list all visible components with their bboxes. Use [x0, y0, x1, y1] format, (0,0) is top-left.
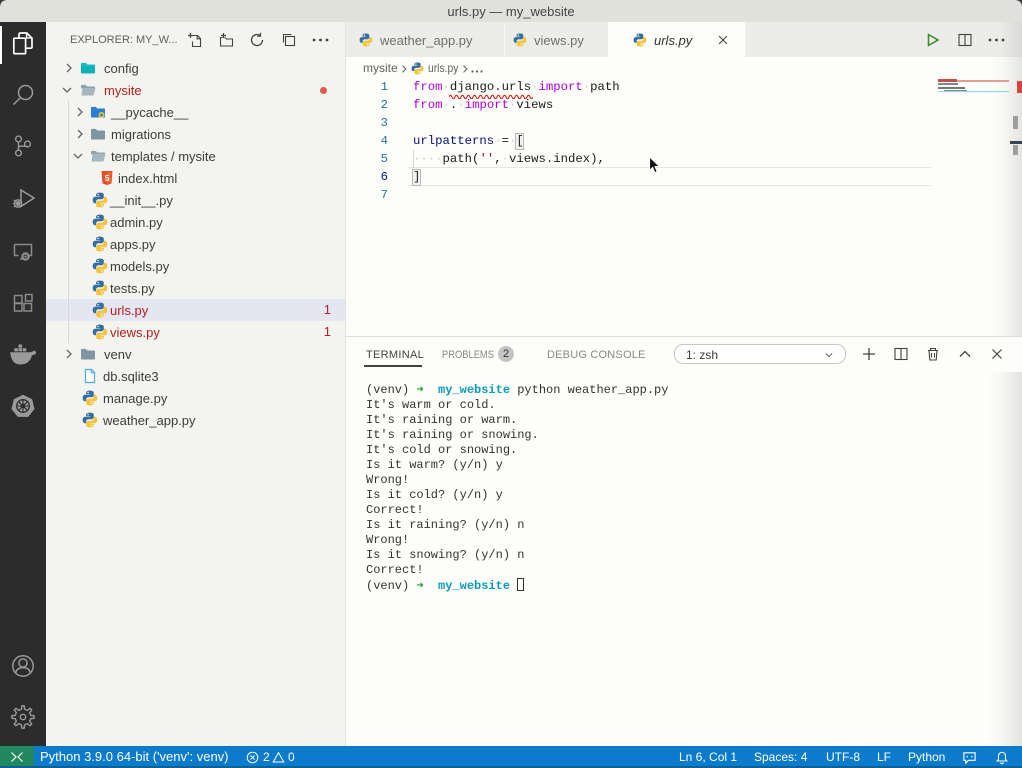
svg-text:5: 5 [105, 173, 110, 183]
